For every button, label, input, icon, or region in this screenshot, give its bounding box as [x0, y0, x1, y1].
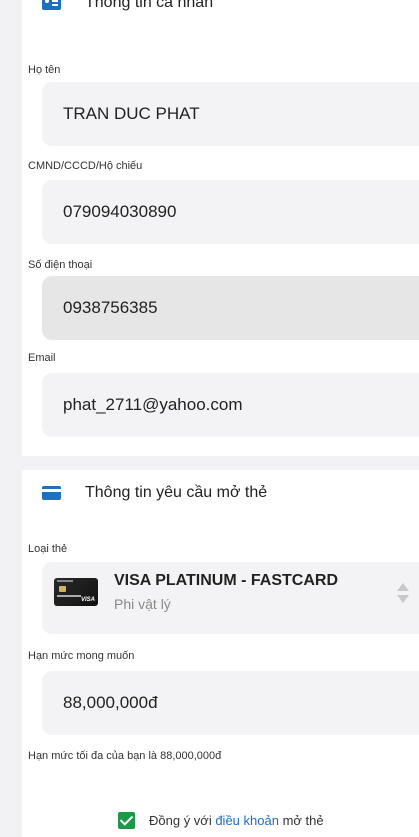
phone-label: Số điện thoại [28, 259, 93, 271]
full-name-field[interactable]: TRAN DUC PHAT [42, 82, 419, 146]
personal-info-title: Thông tin cá nhân [85, 0, 214, 11]
card-type-name: VISA PLATINUM - FASTCARD [114, 572, 338, 589]
id-number-label: CMND/CCCD/Hộ chiếu [28, 160, 143, 172]
email-label: Email [28, 352, 56, 364]
card-type-select[interactable]: VISA VISA PLATINUM - FASTCARD Phi vật lý [42, 562, 419, 634]
full-name-label: Họ tên [28, 64, 61, 76]
phone-field: 0938756385 [42, 276, 419, 340]
select-arrows-icon [397, 583, 409, 605]
max-limit-hint: Hạn mức tối đa của bạn là 88,000,000đ [28, 750, 222, 762]
card-request-card: Thông tin yêu cầu mở thẻ Loại thẻ VISA V… [22, 470, 419, 837]
visa-card-image: VISA [54, 578, 98, 606]
card-request-header: Thông tin yêu cầu mở thẻ [42, 484, 267, 502]
terms-agreement: Đồng ý với điều khoản mở thẻ [118, 812, 324, 829]
personal-info-card: Thông tin cá nhân Họ tên TRAN DUC PHAT C… [22, 0, 419, 456]
personal-info-header: Thông tin cá nhân [42, 0, 213, 12]
desired-limit-label: Hạn mức mong muốn [28, 650, 135, 662]
agree-text-after: mở thẻ [278, 813, 324, 828]
id-number-field[interactable]: 079094030890 [42, 180, 419, 244]
agree-checkbox[interactable] [118, 812, 135, 829]
card-type-subtitle: Phi vật lý [114, 596, 171, 612]
card-type-label: Loại thẻ [28, 543, 68, 555]
desired-limit-field[interactable]: 88,000,000đ [42, 671, 419, 735]
contact-card-icon [42, 0, 61, 10]
email-field[interactable]: phat_2711@yahoo.com [42, 373, 419, 437]
card-request-title: Thông tin yêu cầu mở thẻ [85, 484, 268, 501]
agree-text-before: Đồng ý với [149, 813, 216, 828]
credit-card-icon [42, 486, 61, 500]
terms-link[interactable]: điều khoản [215, 813, 279, 828]
